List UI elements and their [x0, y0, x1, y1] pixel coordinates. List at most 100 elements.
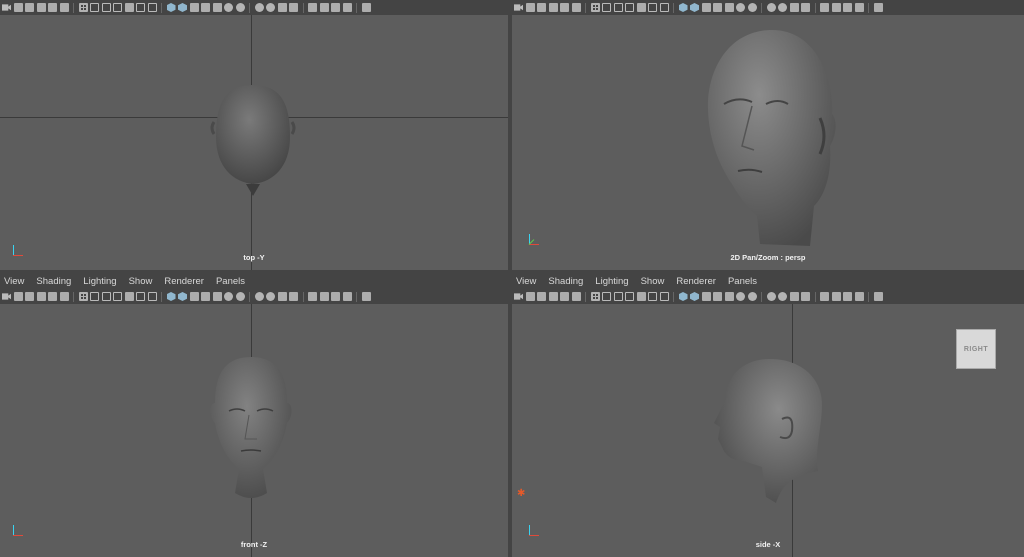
head-model-top[interactable] — [208, 82, 298, 202]
isolate-select-icon[interactable] — [308, 292, 317, 301]
camera-attributes-icon[interactable] — [13, 3, 23, 12]
depth-of-field-icon[interactable] — [801, 292, 810, 301]
default-material-icon[interactable] — [201, 292, 210, 301]
isolate-select-icon[interactable] — [820, 3, 829, 12]
2d-pan-zoom-icon[interactable] — [59, 292, 69, 301]
gate-mask-icon[interactable] — [625, 3, 634, 12]
backface-culling-icon[interactable] — [873, 3, 883, 12]
menu-renderer[interactable]: Renderer — [164, 276, 204, 287]
gate-mask-icon[interactable] — [113, 3, 122, 12]
grease-pencil-icon[interactable] — [48, 3, 57, 12]
xray-active-icon[interactable] — [342, 292, 352, 301]
camera-bookmark-icon[interactable] — [537, 292, 546, 301]
resolution-gate-icon[interactable] — [101, 292, 111, 301]
image-plane-icon[interactable] — [36, 292, 46, 301]
grid-icon[interactable] — [78, 3, 88, 12]
smooth-shade-icon[interactable] — [690, 292, 699, 301]
ambient-occlusion-icon[interactable] — [254, 292, 264, 301]
image-plane-icon[interactable] — [548, 3, 558, 12]
field-chart-icon[interactable] — [636, 3, 646, 12]
menu-renderer[interactable]: Renderer — [676, 276, 716, 287]
xray-active-icon[interactable] — [854, 3, 864, 12]
xray-joints-icon[interactable] — [843, 292, 852, 301]
camera-icon[interactable] — [514, 293, 523, 300]
wireframe-icon[interactable] — [166, 292, 176, 301]
wireframe-icon[interactable] — [678, 3, 688, 12]
safe-action-icon[interactable] — [648, 292, 657, 301]
isolate-select-icon[interactable] — [820, 292, 829, 301]
anti-aliasing-icon[interactable] — [789, 292, 799, 301]
xray-icon[interactable] — [319, 3, 329, 12]
depth-of-field-icon[interactable] — [801, 3, 810, 12]
menu-view[interactable]: View — [4, 276, 24, 287]
textured-icon[interactable] — [724, 3, 734, 12]
isolate-select-icon[interactable] — [308, 3, 317, 12]
shadows-icon[interactable] — [747, 292, 757, 301]
view-cube[interactable]: RIGHT — [956, 329, 996, 369]
backface-culling-icon[interactable] — [361, 3, 371, 12]
motion-blur-icon[interactable] — [778, 3, 787, 12]
safe-title-icon[interactable] — [659, 3, 669, 12]
backface-culling-icon[interactable] — [361, 292, 371, 301]
2d-pan-zoom-icon[interactable] — [59, 3, 69, 12]
grease-pencil-icon[interactable] — [560, 292, 569, 301]
safe-title-icon[interactable] — [147, 3, 157, 12]
xray-joints-icon[interactable] — [331, 3, 340, 12]
xray-active-icon[interactable] — [854, 292, 864, 301]
menu-show[interactable]: Show — [129, 276, 153, 287]
use-all-lights-icon[interactable] — [224, 3, 233, 12]
ambient-occlusion-icon[interactable] — [254, 3, 264, 12]
motion-blur-icon[interactable] — [266, 3, 275, 12]
motion-blur-icon[interactable] — [778, 292, 787, 301]
grid-icon[interactable] — [78, 292, 88, 301]
anti-aliasing-icon[interactable] — [277, 292, 287, 301]
menu-view[interactable]: View — [516, 276, 536, 287]
safe-title-icon[interactable] — [659, 292, 669, 301]
resolution-gate-icon[interactable] — [613, 292, 623, 301]
viewport-front[interactable]: View Shading Lighting Show Renderer Pane… — [0, 273, 508, 557]
menu-show[interactable]: Show — [641, 276, 665, 287]
textured-icon[interactable] — [212, 292, 222, 301]
menu-shading[interactable]: Shading — [548, 276, 583, 287]
xray-active-icon[interactable] — [342, 3, 352, 12]
shadows-icon[interactable] — [747, 3, 757, 12]
image-plane-icon[interactable] — [36, 3, 46, 12]
xray-icon[interactable] — [831, 3, 841, 12]
field-chart-icon[interactable] — [124, 292, 134, 301]
xray-icon[interactable] — [319, 292, 329, 301]
wireframe-on-shaded-icon[interactable] — [701, 3, 711, 12]
shadows-icon[interactable] — [235, 3, 245, 12]
depth-of-field-icon[interactable] — [289, 3, 298, 12]
smooth-shade-icon[interactable] — [178, 3, 187, 12]
menu-panels[interactable]: Panels — [728, 276, 757, 287]
resolution-gate-icon[interactable] — [613, 3, 623, 12]
menu-shading[interactable]: Shading — [36, 276, 71, 287]
textured-icon[interactable] — [212, 3, 222, 12]
xray-icon[interactable] — [831, 292, 841, 301]
ambient-occlusion-icon[interactable] — [766, 292, 776, 301]
xray-joints-icon[interactable] — [843, 3, 852, 12]
gate-mask-icon[interactable] — [625, 292, 634, 301]
image-plane-icon[interactable] — [548, 292, 558, 301]
grid-icon[interactable] — [590, 292, 600, 301]
motion-blur-icon[interactable] — [266, 292, 275, 301]
camera-bookmark-icon[interactable] — [25, 3, 34, 12]
film-gate-icon[interactable] — [602, 292, 611, 301]
head-model-front[interactable] — [205, 355, 297, 505]
smooth-shade-icon[interactable] — [178, 292, 187, 301]
field-chart-icon[interactable] — [124, 3, 134, 12]
grease-pencil-icon[interactable] — [560, 3, 569, 12]
anti-aliasing-icon[interactable] — [789, 3, 799, 12]
camera-icon[interactable] — [2, 293, 11, 300]
viewport-top[interactable]: top -Y — [0, 0, 508, 270]
menu-lighting[interactable]: Lighting — [595, 276, 628, 287]
anti-aliasing-icon[interactable] — [277, 3, 287, 12]
textured-icon[interactable] — [724, 292, 734, 301]
default-material-icon[interactable] — [201, 3, 210, 12]
camera-icon[interactable] — [514, 4, 523, 11]
camera-bookmark-icon[interactable] — [25, 292, 34, 301]
safe-title-icon[interactable] — [147, 292, 157, 301]
menu-lighting[interactable]: Lighting — [83, 276, 116, 287]
safe-action-icon[interactable] — [136, 292, 145, 301]
grid-icon[interactable] — [590, 3, 600, 12]
